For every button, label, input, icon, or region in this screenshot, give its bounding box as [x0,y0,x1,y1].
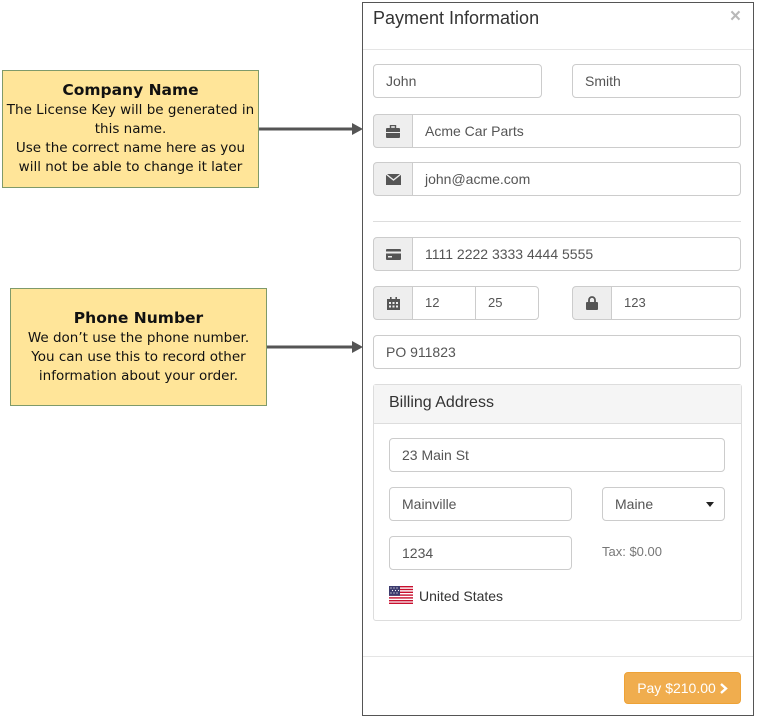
pay-button-label: Pay $210.00 [637,680,716,696]
exp-month-input[interactable]: 12 [412,286,476,320]
us-flag-icon [389,586,413,604]
state-select[interactable]: Maine [602,487,725,521]
email-input[interactable]: john@acme.com [412,162,741,196]
calendar-icon [373,286,413,320]
modal-header: Payment Information × [363,3,753,50]
briefcase-icon [373,114,413,148]
tax-label: Tax: $0.00 [602,544,662,559]
caret-down-icon [706,502,714,507]
company-name-callout: Company Name The License Key will be gen… [2,70,259,188]
billing-address-panel: Billing Address 23 Main St Mainville Mai… [373,384,742,621]
chevron-right-icon [720,682,728,694]
last-name-input[interactable]: Smith [572,64,741,98]
payment-modal: Payment Information × John Smith Acme Ca… [362,2,754,716]
callout-body: We don’t use the phone number. You can u… [27,330,250,384]
credit-card-icon [373,237,413,271]
lock-icon [572,286,612,320]
callout-title: Phone Number [73,309,204,327]
callout-body: The License Key will be generated in thi… [6,102,255,175]
company-name-input[interactable]: Acme Car Parts [412,114,741,148]
card-number-input[interactable]: 1111 2222 3333 4444 5555 [412,237,741,271]
zip-input[interactable]: 1234 [389,536,572,570]
company-arrow [259,123,363,135]
envelope-icon [373,162,413,196]
footer-divider [363,656,753,657]
callout-title: Company Name [62,81,199,99]
phone-number-callout: Phone Number We don’t use the phone numb… [10,288,267,406]
cvc-input[interactable]: 123 [611,286,741,320]
billing-address-title: Billing Address [389,394,494,411]
phone-arrow [267,341,363,353]
country-label[interactable]: United States [419,588,503,604]
phone-input[interactable]: PO 911823 [373,335,741,369]
modal-title: Payment Information [373,8,540,28]
state-select-value: Maine [615,496,654,512]
panel-heading: Billing Address [374,385,741,424]
exp-year-input[interactable]: 25 [475,286,539,320]
street-input[interactable]: 23 Main St [389,438,725,472]
close-button[interactable]: × [730,6,741,28]
pay-button[interactable]: Pay $210.00 [624,672,741,704]
divider [373,221,741,222]
first-name-input[interactable]: John [373,64,542,98]
city-input[interactable]: Mainville [389,487,572,521]
